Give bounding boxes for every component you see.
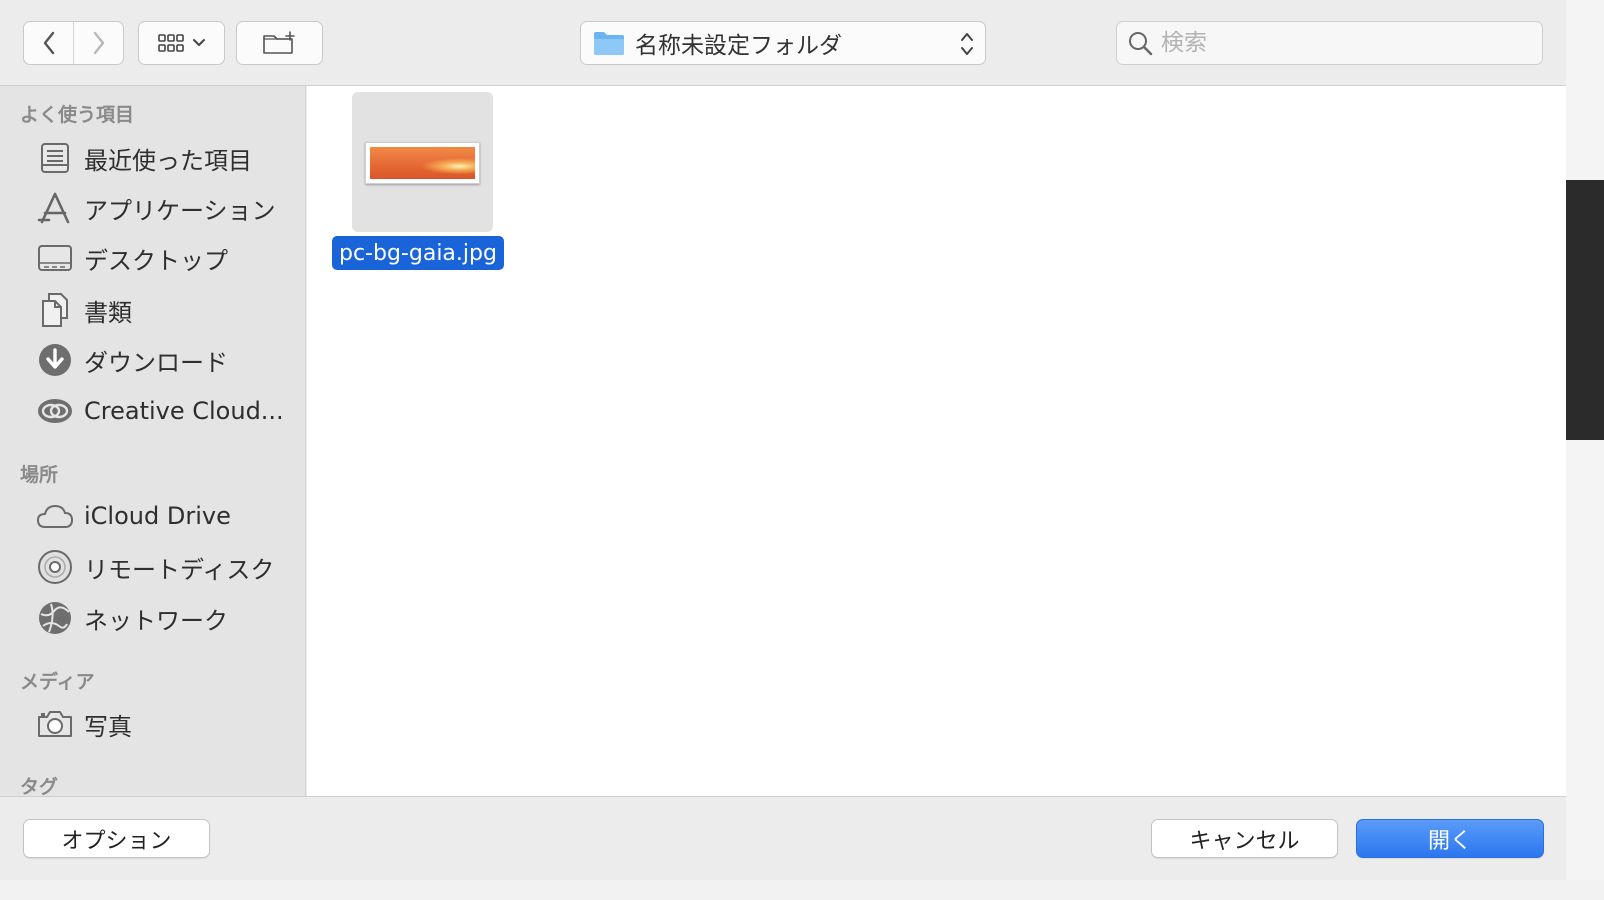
cloud-icon xyxy=(36,497,74,535)
disc-icon xyxy=(36,548,74,586)
icon-grid-icon xyxy=(157,34,184,52)
up-down-chevron-icon xyxy=(961,33,973,55)
sidebar-item-label: 写真 xyxy=(84,712,132,741)
footer: オプション キャンセル 開く xyxy=(0,796,1566,880)
creative-cloud-icon xyxy=(36,392,74,430)
view-options-button[interactable] xyxy=(138,21,225,65)
forward-button[interactable] xyxy=(73,22,123,64)
sidebar-item-downloads[interactable]: ダウンロード xyxy=(36,340,301,380)
sidebar-item-desktop[interactable]: デスクトップ xyxy=(36,238,301,278)
sidebar-item-label: iCloud Drive xyxy=(84,502,231,530)
sidebar-item-label: 書類 xyxy=(84,298,132,327)
sidebar-item-label: ダウンロード xyxy=(84,348,228,377)
new-folder-button[interactable] xyxy=(236,21,323,65)
sidebar-item-applications[interactable]: アプリケーション xyxy=(36,188,301,228)
new-folder-icon xyxy=(262,31,295,54)
chevron-left-icon xyxy=(43,31,54,55)
documents-icon xyxy=(36,291,74,329)
network-globe-icon xyxy=(36,599,74,637)
chevron-down-icon xyxy=(192,39,205,46)
recents-icon xyxy=(36,139,74,177)
file-thumbnail[interactable] xyxy=(365,142,480,184)
chevron-right-icon xyxy=(93,31,104,55)
sidebar-item-label: アプリケーション xyxy=(84,196,276,225)
camera-icon xyxy=(36,705,74,743)
sidebar-item-photos[interactable]: 写真 xyxy=(36,704,301,744)
applications-icon xyxy=(36,189,74,227)
sidebar-item-label: デスクトップ xyxy=(84,246,228,275)
background-window-bottom xyxy=(0,880,1604,900)
search-input[interactable] xyxy=(1161,30,1521,56)
sidebar-item-creative-cloud[interactable]: Creative Cloud... xyxy=(36,391,301,431)
section-heading-media: メディア xyxy=(20,671,95,693)
back-button[interactable] xyxy=(24,22,73,64)
file-browser[interactable]: pc-bg-gaia.jpg xyxy=(307,86,1566,796)
desktop-icon xyxy=(36,239,74,277)
sidebar-item-label: 最近使った項目 xyxy=(84,146,252,175)
sidebar-item-label: Creative Cloud... xyxy=(84,397,284,425)
section-heading-favorites: よく使う項目 xyxy=(20,104,135,126)
sidebar-item-remote-disc[interactable]: リモートディスク xyxy=(36,547,301,587)
toolbar: 名称未設定フォルダ xyxy=(0,0,1566,86)
section-heading-locations: 場所 xyxy=(20,464,59,486)
sidebar-item-recents[interactable]: 最近使った項目 xyxy=(36,138,301,178)
downloads-icon xyxy=(36,341,74,379)
open-button[interactable]: 開く xyxy=(1356,819,1544,858)
background-window-edge xyxy=(1566,0,1604,900)
search-icon xyxy=(1129,32,1153,56)
path-label: 名称未設定フォルダ xyxy=(635,33,842,59)
cancel-button[interactable]: キャンセル xyxy=(1151,819,1338,858)
sidebar-item-icloud-drive[interactable]: iCloud Drive xyxy=(36,496,301,536)
options-button[interactable]: オプション xyxy=(23,819,210,858)
sidebar-item-label: ネットワーク xyxy=(84,606,228,635)
image-preview xyxy=(370,147,475,179)
sidebar-item-documents[interactable]: 書類 xyxy=(36,290,301,330)
sidebar-item-label: リモートディスク xyxy=(84,555,275,584)
path-popup[interactable]: 名称未設定フォルダ xyxy=(580,21,986,65)
file-name-label[interactable]: pc-bg-gaia.jpg xyxy=(332,236,504,270)
sidebar: よく使う項目 最近使った項目 アプリケーション デスクトップ 書類 ダウンロード… xyxy=(0,86,306,796)
folder-icon xyxy=(594,32,624,55)
section-heading-tags: タグ xyxy=(20,776,59,796)
navigation-group xyxy=(23,21,124,65)
search-field[interactable] xyxy=(1116,21,1543,65)
open-file-dialog: 名称未設定フォルダ よく使う項目 最近使った項目 アプリケーション xyxy=(0,0,1566,880)
sidebar-item-network[interactable]: ネットワーク xyxy=(36,598,301,638)
